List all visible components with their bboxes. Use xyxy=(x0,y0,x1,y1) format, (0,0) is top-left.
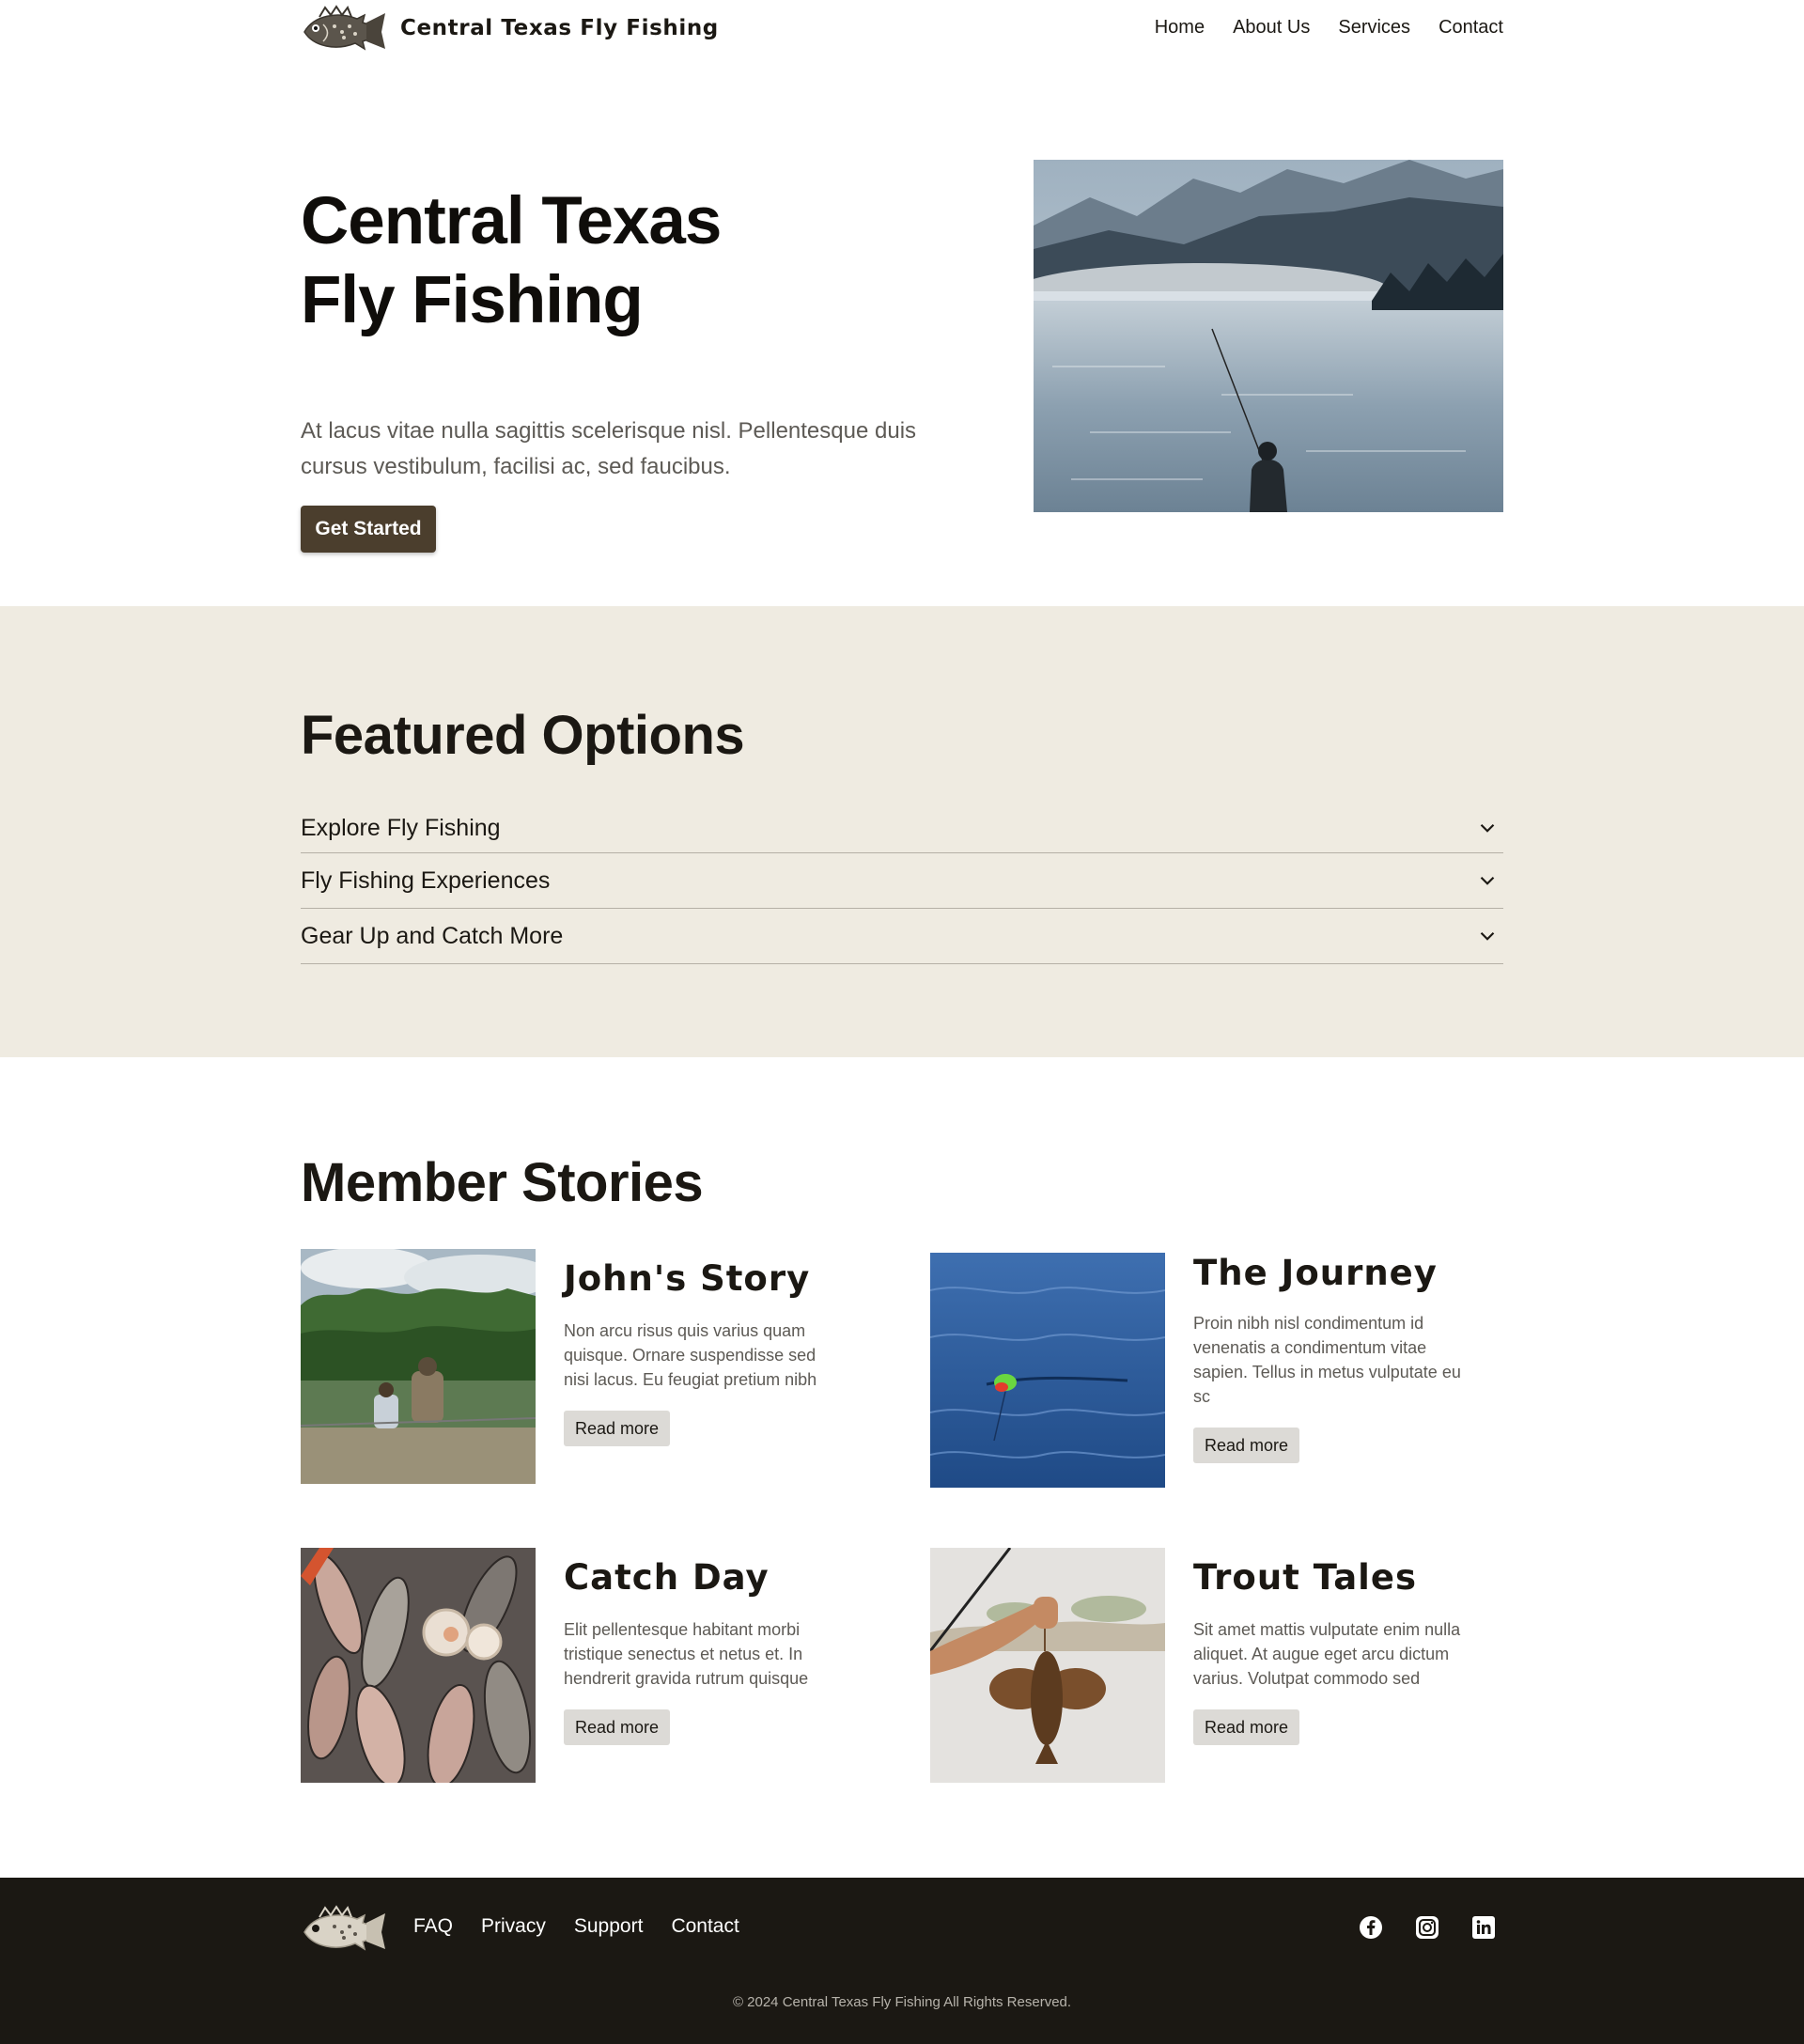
chevron-down-icon xyxy=(1480,931,1495,941)
story-text: Sit amet mattis vulputate enim nulla ali… xyxy=(1193,1620,1461,1688)
story-title: Trout Tales xyxy=(1193,1557,1417,1598)
story-text: Elit pellentesque habitant morbi tristiq… xyxy=(564,1620,809,1688)
story-card-catch-day: Catch Day Elit pellentesque habitant mor… xyxy=(301,1548,883,1783)
accordion-item-explore[interactable]: Explore Fly Fishing xyxy=(301,804,1503,853)
stories-title: Member Stories xyxy=(301,1152,704,1213)
accordion-label: Gear Up and Catch More xyxy=(301,922,564,949)
read-more-button[interactable]: Read more xyxy=(564,1411,671,1446)
hero-image xyxy=(1034,160,1503,512)
get-started-button[interactable]: Get Started xyxy=(301,506,436,553)
hero-title-line1: Central Texas xyxy=(301,184,722,258)
footer-nav: FAQ Privacy Support Contact xyxy=(413,1915,739,1938)
footer-link-contact[interactable]: Contact xyxy=(671,1915,739,1938)
nav-services[interactable]: Services xyxy=(1338,17,1410,39)
story-title: John's Story xyxy=(564,1258,811,1299)
hero-subtitle: At lacus vitae nulla sagittis scelerisqu… xyxy=(301,418,917,479)
brand[interactable]: Central Texas Fly Fishing xyxy=(301,4,719,53)
read-more-button[interactable]: Read more xyxy=(1193,1428,1300,1463)
featured-section: Featured Options Explore Fly Fishing Fly… xyxy=(0,606,1804,1057)
nav-about-us[interactable]: About Us xyxy=(1233,17,1310,39)
accordion-label: Fly Fishing Experiences xyxy=(301,866,551,894)
read-more-button[interactable]: Read more xyxy=(564,1709,671,1745)
story-title: Catch Day xyxy=(564,1557,770,1598)
accordion-item-gear[interactable]: Gear Up and Catch More xyxy=(301,909,1503,964)
hero-section: Central Texas Fly Fishing At lacus vitae… xyxy=(0,60,1804,606)
story-image xyxy=(301,1249,536,1484)
story-image xyxy=(930,1548,1165,1783)
hero-title-line2: Fly Fishing xyxy=(301,263,644,337)
fish-logo-icon xyxy=(303,5,385,51)
story-title: The Journey xyxy=(1193,1253,1438,1293)
footer-link-support[interactable]: Support xyxy=(574,1915,644,1938)
footer-link-faq[interactable]: FAQ xyxy=(413,1915,453,1938)
stories-section: Member Stories John's Story Non arcu ris… xyxy=(0,1057,1804,1878)
chevron-down-icon xyxy=(1480,823,1495,833)
story-image xyxy=(930,1253,1165,1488)
facebook-icon[interactable] xyxy=(1359,1915,1383,1940)
accordion-label: Explore Fly Fishing xyxy=(301,814,501,841)
nav-contact[interactable]: Contact xyxy=(1439,17,1503,39)
footer-link-privacy[interactable]: Privacy xyxy=(481,1915,546,1938)
site-header: Central Texas Fly Fishing Home About Us … xyxy=(0,0,1804,60)
featured-accordion: Explore Fly Fishing Fly Fishing Experien… xyxy=(301,804,1503,964)
social-links xyxy=(1359,1915,1496,1940)
hero-title: Central Texas Fly Fishing xyxy=(301,182,722,340)
story-card-trout-tales: Trout Tales Sit amet mattis vulputate en… xyxy=(930,1548,1513,1783)
story-card-johns-story: John's Story Non arcu risus quis varius … xyxy=(301,1249,883,1484)
brand-name: Central Texas Fly Fishing xyxy=(400,16,719,40)
nav-home[interactable]: Home xyxy=(1155,17,1205,39)
story-text: Proin nibh nisl condimentum id venenatis… xyxy=(1193,1314,1461,1406)
linkedin-icon[interactable] xyxy=(1471,1915,1496,1940)
fish-logo-icon[interactable] xyxy=(301,1904,387,1953)
story-card-the-journey: The Journey Proin nibh nisl condimentum … xyxy=(930,1253,1513,1488)
chevron-down-icon xyxy=(1480,876,1495,885)
read-more-button[interactable]: Read more xyxy=(1193,1709,1300,1745)
story-text: Non arcu risus quis varius quam quisque.… xyxy=(564,1321,817,1389)
featured-title: Featured Options xyxy=(301,705,745,766)
story-image xyxy=(301,1548,536,1783)
instagram-icon[interactable] xyxy=(1415,1915,1439,1940)
copyright-text: © 2024 Central Texas Fly Fishing All Rig… xyxy=(732,1994,1072,2010)
site-footer: FAQ Privacy Support Contact © 2024 Centr… xyxy=(0,1878,1804,2044)
accordion-item-experiences[interactable]: Fly Fishing Experiences xyxy=(301,853,1503,909)
main-nav: Home About Us Services Contact xyxy=(1155,17,1503,39)
